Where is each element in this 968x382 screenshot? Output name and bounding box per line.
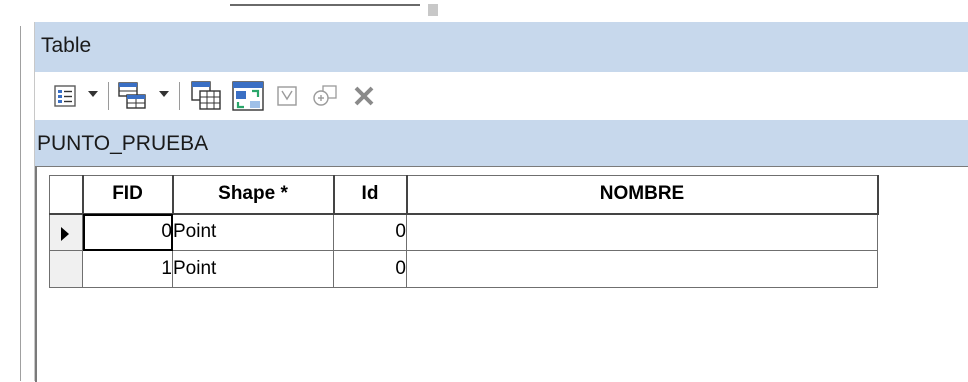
related-tables-dropdown-icon[interactable] (159, 91, 169, 97)
left-dock-edge (0, 0, 22, 381)
toolbar-separator (108, 82, 109, 110)
row-selector-header[interactable] (49, 175, 84, 215)
cell-shape[interactable]: Point (172, 213, 334, 251)
related-tables-icon[interactable] (117, 80, 149, 112)
toolbar-separator (179, 82, 180, 110)
switch-selection-icon[interactable] (231, 80, 265, 112)
row-selector[interactable] (49, 250, 83, 288)
cell-shape[interactable]: Point (172, 250, 334, 288)
column-header-nombre[interactable]: NOMBRE (406, 175, 879, 215)
layer-name: PUNTO_PRUEBA (37, 132, 209, 155)
cell-fid[interactable]: 1 (82, 250, 173, 288)
cell-id[interactable]: 0 (333, 213, 407, 251)
table-options-icon[interactable] (53, 80, 77, 112)
tab-strip-edge (230, 4, 420, 12)
cell-fid[interactable]: 0 (82, 213, 173, 251)
table-toolbar (35, 72, 968, 120)
delete-selected-icon[interactable] (351, 80, 377, 112)
cell-nombre[interactable] (406, 250, 878, 288)
column-header-shape[interactable]: Shape * (172, 175, 335, 215)
splitter-grip[interactable] (428, 4, 438, 16)
row-selector[interactable] (49, 213, 83, 251)
column-header-id[interactable]: Id (333, 175, 408, 215)
table-row[interactable]: 1 Point 0 (49, 250, 878, 288)
layer-tab[interactable]: PUNTO_PRUEBA (35, 120, 968, 166)
zoom-to-selected-icon[interactable] (311, 80, 339, 112)
clear-selection-icon[interactable] (275, 80, 299, 112)
window-titlebar[interactable]: Table (35, 22, 968, 72)
table-header-row: FID Shape * Id NOMBRE (49, 175, 879, 215)
window-top-border (0, 0, 968, 20)
current-row-pointer-icon (61, 226, 69, 241)
select-by-attributes-icon[interactable] (190, 80, 224, 112)
table-window: Table PUNTO_PRUEBA FID Shape * Id NOMBRE… (34, 22, 968, 382)
table-row[interactable]: 0 Point 0 (49, 213, 878, 251)
window-title: Table (41, 34, 92, 57)
attribute-grid-area: FID Shape * Id NOMBRE 0 Point 0 1 Point … (35, 166, 968, 382)
attribute-table: FID Shape * Id NOMBRE 0 Point 0 1 Point … (49, 175, 879, 288)
table-options-dropdown-icon[interactable] (88, 91, 98, 97)
column-header-fid[interactable]: FID (82, 175, 174, 215)
cell-id[interactable]: 0 (333, 250, 407, 288)
cell-nombre[interactable] (406, 213, 878, 251)
